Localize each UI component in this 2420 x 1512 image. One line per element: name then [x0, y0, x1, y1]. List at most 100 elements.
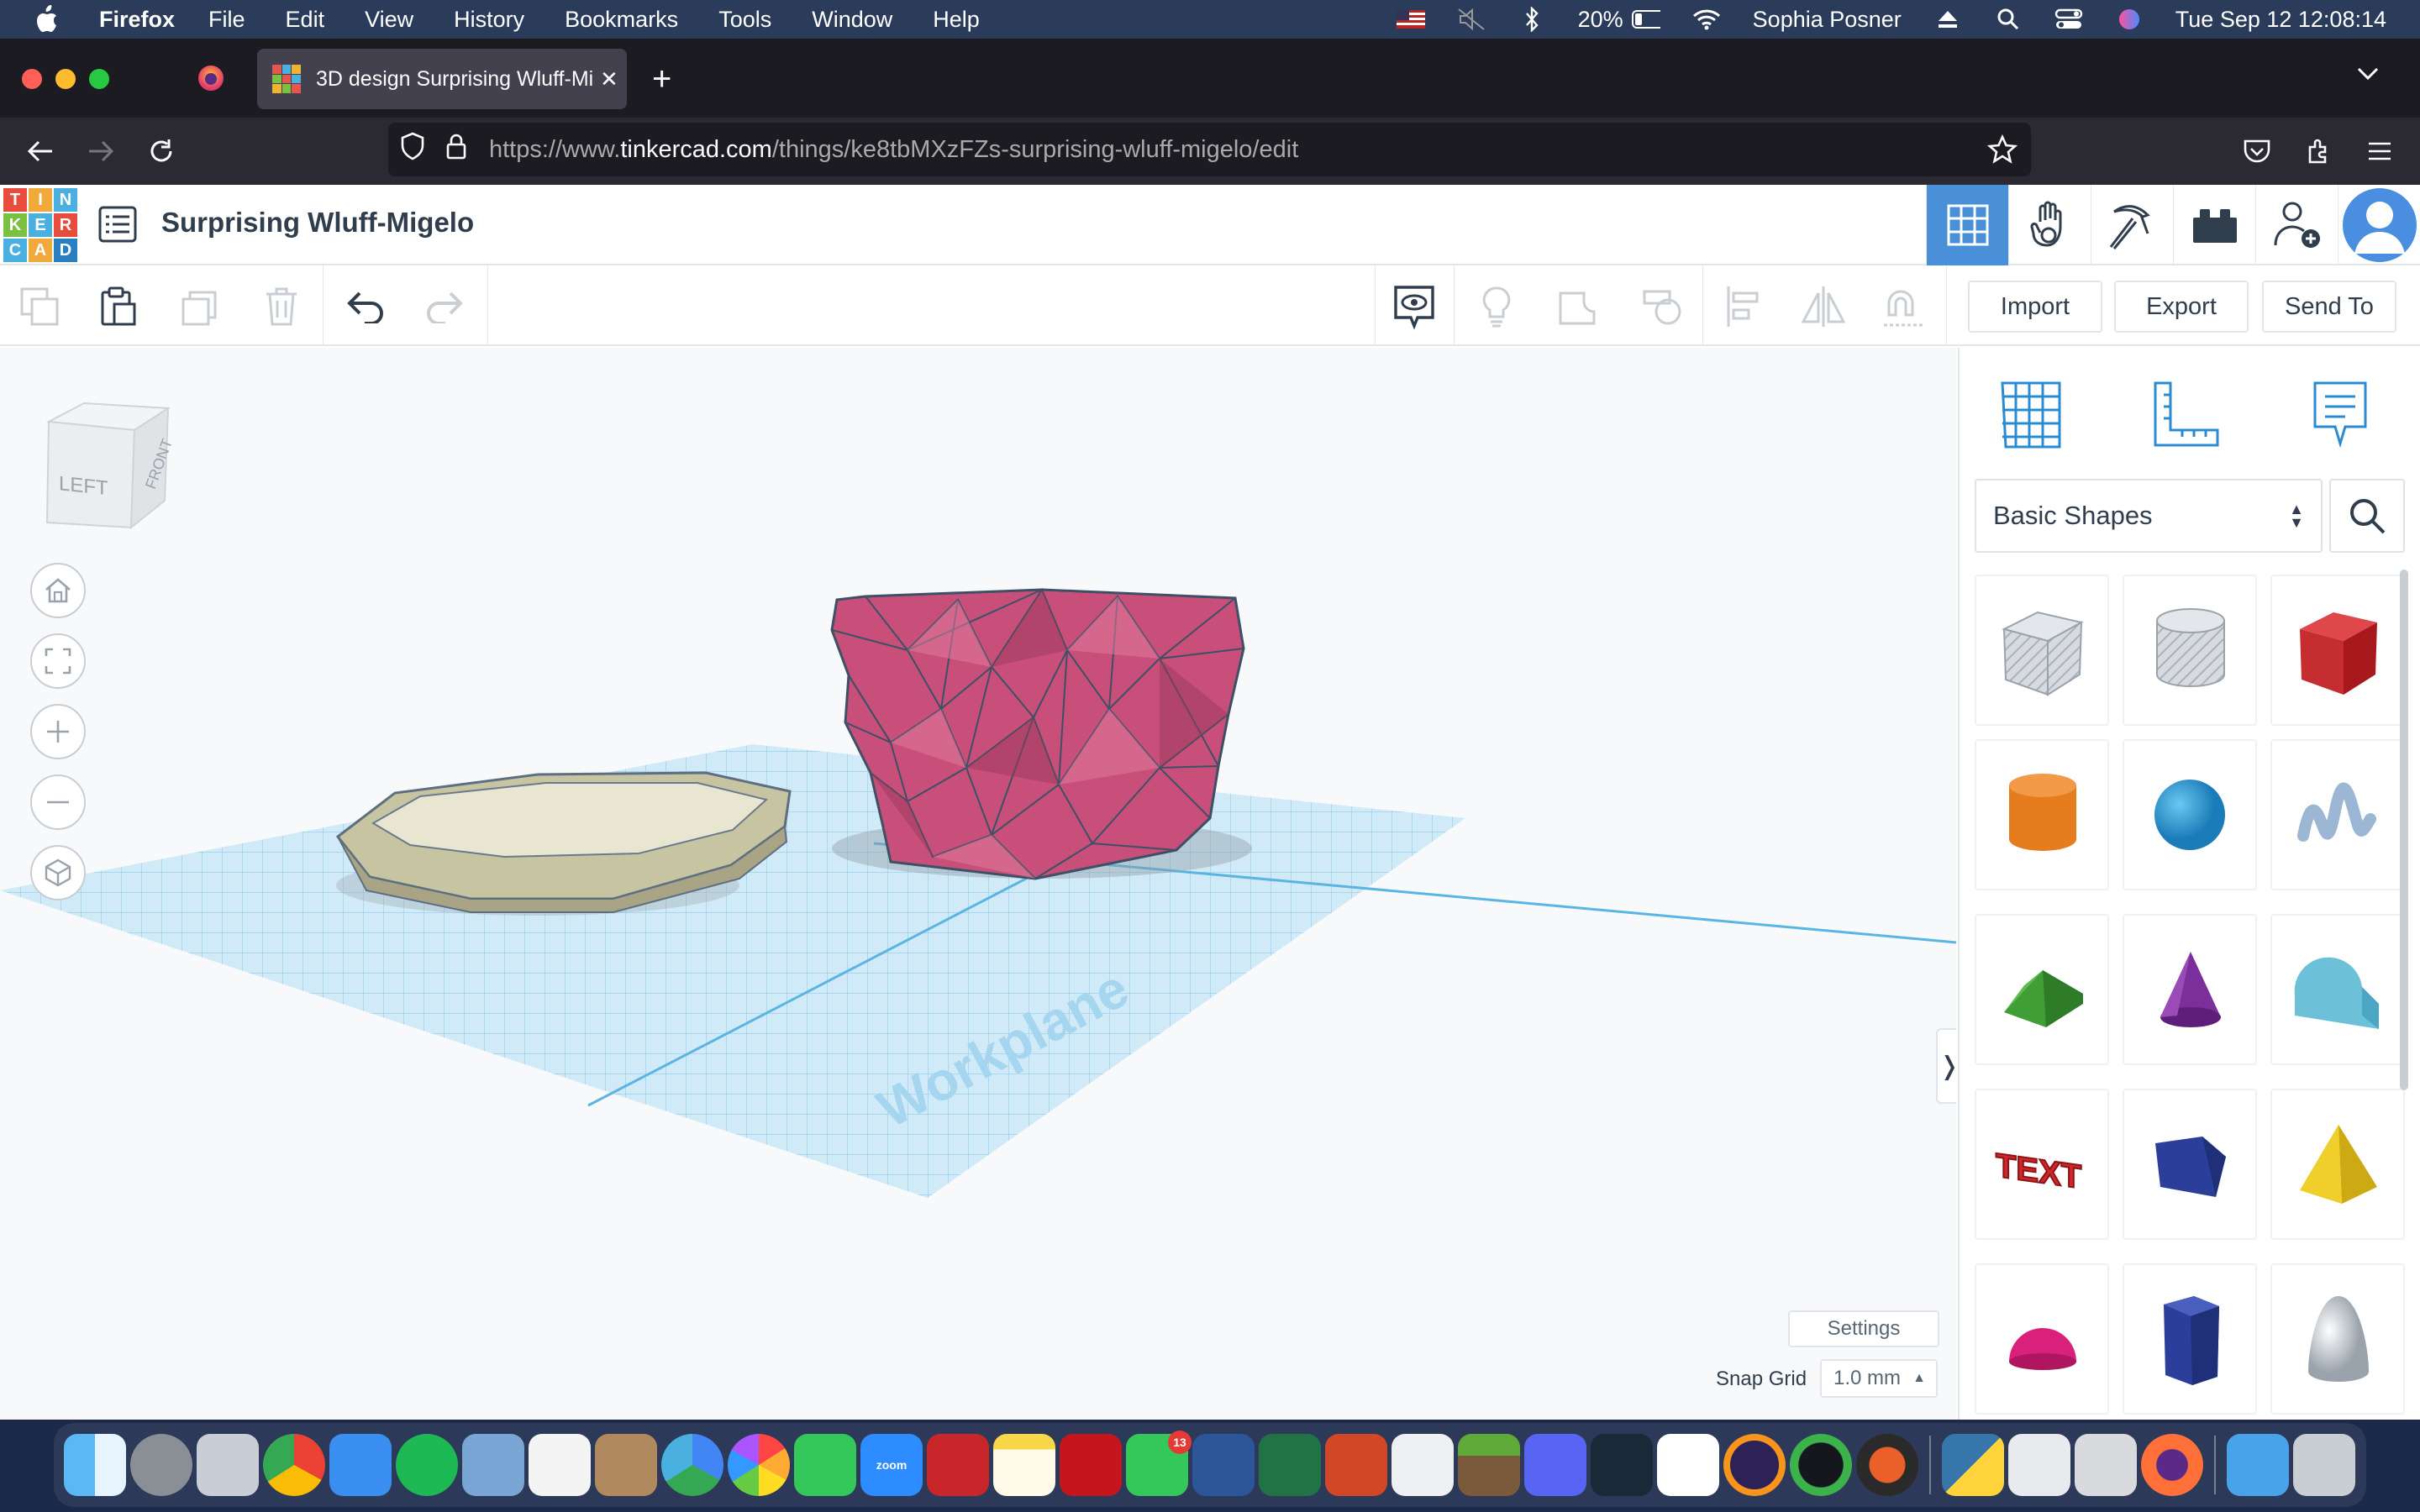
duplicate-icon[interactable]: [178, 284, 224, 329]
new-tab-button[interactable]: +: [652, 60, 671, 97]
shapes-scrollbar[interactable]: [2400, 570, 2408, 1090]
shape-roof[interactable]: [1975, 914, 2109, 1065]
spider-app-icon[interactable]: [2075, 1434, 2137, 1496]
send-to-button[interactable]: Send To: [2262, 281, 2396, 333]
undo-icon[interactable]: [343, 284, 388, 329]
user-name[interactable]: Sophia Posner: [1753, 7, 1902, 33]
mirror-flip-icon[interactable]: [1800, 284, 1845, 329]
user-avatar[interactable]: [2338, 185, 2420, 265]
shape-cylinder[interactable]: [1975, 739, 2109, 890]
shape-hexagonal-prism[interactable]: [2123, 1263, 2257, 1415]
notes-eye-icon[interactable]: [1392, 284, 1437, 329]
settings-button[interactable]: Settings: [1788, 1310, 1939, 1347]
reminders-icon[interactable]: [529, 1434, 591, 1496]
delete-trash-icon[interactable]: [259, 284, 304, 329]
extensions-icon[interactable]: [2301, 133, 2338, 170]
shape-box-hole[interactable]: [1975, 575, 2109, 726]
import-button[interactable]: Import: [1968, 281, 2102, 333]
spotlight-search-icon[interactable]: [1994, 7, 2023, 32]
minecraft-icon[interactable]: [1458, 1434, 1520, 1496]
wifi-icon[interactable]: [1692, 7, 1721, 32]
redo-icon[interactable]: [422, 284, 467, 329]
tinkercad-logo[interactable]: T I N K E R C A D: [3, 188, 77, 262]
shape-half-sphere[interactable]: [1975, 1263, 2109, 1415]
list-all-tabs-chevron-icon[interactable]: [2356, 66, 2380, 87]
firefox-icon[interactable]: [2141, 1434, 2203, 1496]
forward-button[interactable]: [82, 133, 119, 170]
chrome-icon[interactable]: [263, 1434, 325, 1496]
facetime-icon[interactable]: [794, 1434, 856, 1496]
fit-view-icon[interactable]: [30, 633, 86, 689]
shape-box[interactable]: [2270, 575, 2405, 726]
tracking-protection-shield-icon[interactable]: [400, 132, 425, 167]
zoom-in-icon[interactable]: [30, 704, 86, 759]
discord-icon[interactable]: [1524, 1434, 1586, 1496]
ruler-icon[interactable]: [2148, 371, 2223, 455]
eject-icon[interactable]: [1933, 7, 1962, 32]
mute-icon[interactable]: [1457, 7, 1486, 32]
url-text[interactable]: https://www.tinkercad.com/things/ke8tbMX…: [489, 136, 1298, 164]
copy-icon[interactable]: [17, 284, 62, 329]
firefox-view-icon[interactable]: [197, 64, 225, 97]
shape-scribble[interactable]: [2270, 739, 2405, 890]
shape-cylinder-hole[interactable]: [2123, 575, 2257, 726]
system-settings-icon[interactable]: [130, 1434, 192, 1496]
apple-menu-icon[interactable]: [34, 0, 74, 39]
menu-clock[interactable]: Tue Sep 12 12:08:14: [2175, 7, 2386, 33]
reload-button[interactable]: [143, 133, 180, 170]
safari-dark-icon[interactable]: [1856, 1434, 1918, 1496]
paste-icon[interactable]: [96, 284, 141, 329]
app-menu-hamburger-icon[interactable]: [2361, 133, 2398, 170]
python-icon[interactable]: [1942, 1434, 2004, 1496]
textedit-icon[interactable]: [1392, 1434, 1454, 1496]
3d-view-grid-icon[interactable]: [1926, 185, 2008, 265]
excel-icon[interactable]: [1259, 1434, 1321, 1496]
messages-icon[interactable]: 13: [1126, 1431, 1192, 1496]
menu-tools[interactable]: Tools: [718, 7, 771, 33]
siri-icon[interactable]: [2115, 7, 2144, 32]
zoom-out-icon[interactable]: [30, 774, 86, 830]
lightbulb-icon[interactable]: [1474, 284, 1519, 329]
steam-icon[interactable]: [1591, 1434, 1653, 1496]
shape-polygon-prism[interactable]: [2123, 1089, 2257, 1240]
photos-icon[interactable]: [728, 1434, 790, 1496]
view-cube[interactable]: LEFT FRONT: [34, 396, 176, 543]
invite-user-icon[interactable]: [2255, 185, 2338, 265]
us-flag-icon[interactable]: [1396, 7, 1425, 32]
acrobat-icon[interactable]: [1060, 1434, 1122, 1496]
shape-pyramid[interactable]: [2270, 1089, 2405, 1240]
shape-category-select[interactable]: Basic Shapes ▲ ▼: [1975, 479, 2323, 553]
ungroup-shapes-icon[interactable]: [1640, 284, 1686, 329]
lock-icon[interactable]: [445, 133, 467, 166]
shape-paraboloid[interactable]: [2270, 1263, 2405, 1415]
mail-icon[interactable]: [329, 1434, 392, 1496]
panel-collapse-chevron-icon[interactable]: ❭: [1936, 1028, 1956, 1104]
menu-bookmarks[interactable]: Bookmarks: [565, 7, 678, 33]
url-bar[interactable]: https://www.tinkercad.com/things/ke8tbMX…: [388, 123, 2031, 176]
shape-search-icon[interactable]: [2329, 479, 2405, 553]
design-title[interactable]: Surprising Wluff-Migelo: [161, 207, 474, 239]
back-button[interactable]: [22, 133, 59, 170]
trash-icon[interactable]: [2293, 1434, 2355, 1496]
circuits-hand-icon[interactable]: [2008, 185, 2091, 265]
snap-grid-select[interactable]: 1.0 mm ▲: [1820, 1359, 1938, 1398]
preview-icon[interactable]: [462, 1434, 524, 1496]
chrome-beta-icon[interactable]: [661, 1434, 723, 1496]
menu-view[interactable]: View: [365, 7, 413, 33]
battery-icon[interactable]: [1631, 7, 1660, 32]
powerpoint-icon[interactable]: [1325, 1434, 1387, 1496]
perspective-cube-icon[interactable]: [30, 845, 86, 900]
word-icon[interactable]: [1192, 1434, 1255, 1496]
pocket-icon[interactable]: [2238, 133, 2275, 170]
align-icon[interactable]: [1721, 284, 1766, 329]
launchpad-icon[interactable]: [197, 1434, 259, 1496]
shape-round-roof[interactable]: [2270, 914, 2405, 1065]
cruise-magnet-icon[interactable]: [1881, 284, 1926, 329]
eclipse-icon[interactable]: [1723, 1434, 1786, 1496]
menu-app-name[interactable]: Firefox: [99, 7, 175, 33]
control-center-icon[interactable]: [2054, 7, 2083, 32]
menu-history[interactable]: History: [454, 7, 524, 33]
design-list-icon[interactable]: [97, 205, 138, 248]
zoom-icon[interactable]: zoom: [860, 1434, 923, 1496]
circle-app-icon[interactable]: [1790, 1434, 1852, 1496]
